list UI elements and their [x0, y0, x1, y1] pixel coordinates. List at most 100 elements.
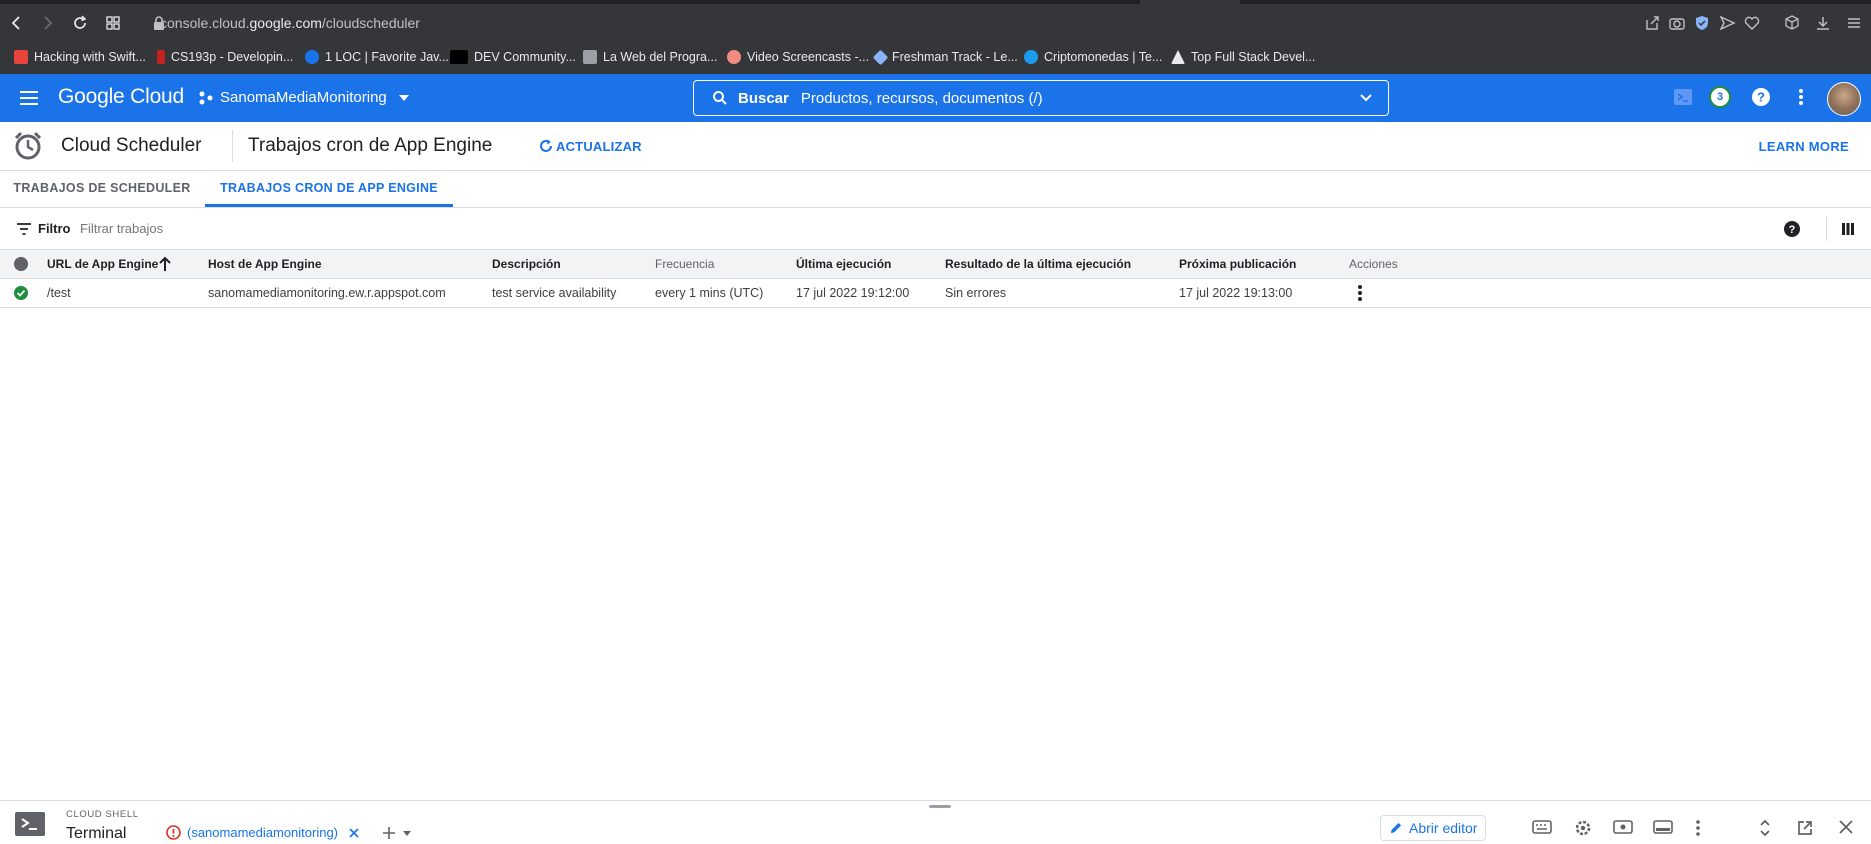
- add-tab-icon[interactable]: [382, 826, 396, 840]
- forward-icon[interactable]: [38, 14, 56, 32]
- tab-bar: TRABAJOS DE SCHEDULER TRABAJOS CRON DE A…: [0, 171, 1871, 208]
- column-header-actions: Acciones: [1349, 257, 1398, 271]
- filter-icon[interactable]: [16, 222, 32, 236]
- search-bar[interactable]: Buscar Productos, recursos, documentos (…: [693, 80, 1389, 116]
- caret-down-icon[interactable]: [402, 828, 412, 838]
- send-icon[interactable]: [1718, 14, 1736, 32]
- column-header-last-result[interactable]: Resultado de la última ejecución: [945, 257, 1131, 271]
- help-icon[interactable]: ?: [1783, 220, 1801, 238]
- web-preview-icon[interactable]: [1613, 819, 1633, 835]
- terminal-session-label: (sanomamediamonitoring): [187, 825, 339, 840]
- more-vert-icon[interactable]: [1694, 819, 1702, 837]
- search-icon: [713, 91, 727, 105]
- close-icon[interactable]: [1838, 819, 1854, 835]
- column-header-frequency[interactable]: Frecuencia: [655, 257, 714, 271]
- filter-label[interactable]: Filtro: [38, 221, 71, 236]
- terminal-session-tab[interactable]: (sanomamediamonitoring): [166, 825, 412, 840]
- header-divider: [232, 130, 233, 162]
- caret-down-icon: [398, 94, 409, 101]
- bookmark-item[interactable]: 1 LOC | Favorite Jav...: [305, 50, 449, 64]
- refresh-button[interactable]: ACTUALIZAR: [538, 138, 642, 154]
- bookmark-favicon-icon: [305, 50, 319, 64]
- learn-more-link[interactable]: LEARN MORE: [1759, 139, 1849, 154]
- filter-input[interactable]: [80, 221, 480, 236]
- product-title: Cloud Scheduler: [61, 135, 202, 156]
- table-header: URL de App Engine Host de App Engine Des…: [0, 250, 1871, 279]
- resize-handle[interactable]: [929, 805, 951, 808]
- shield-icon[interactable]: [1693, 14, 1711, 32]
- status-column-icon: [14, 257, 28, 271]
- cube-icon[interactable]: [1783, 14, 1801, 32]
- chevron-down-icon[interactable]: [1358, 90, 1374, 106]
- project-selector[interactable]: SanomaMediaMonitoring: [198, 89, 411, 106]
- close-tab-icon[interactable]: [348, 827, 360, 839]
- table-row[interactable]: /test sanomamediamonitoring.ew.r.appspot…: [0, 279, 1871, 308]
- google-cloud-logo[interactable]: Google Cloud: [58, 85, 184, 109]
- page-title: Trabajos cron de App Engine: [248, 135, 493, 156]
- refresh-icon: [540, 139, 552, 152]
- column-header-url[interactable]: URL de App Engine: [47, 257, 158, 271]
- more-vert-icon[interactable]: [1790, 86, 1812, 108]
- sort-arrow-up-icon[interactable]: [158, 256, 172, 272]
- bookmark-item[interactable]: Hacking with Swift...: [14, 50, 146, 64]
- success-check-icon: [14, 286, 28, 300]
- cloud-shell-caption: CLOUD SHELL: [66, 809, 139, 820]
- menu-lines-icon[interactable]: [1845, 14, 1863, 32]
- svg-text:?: ?: [1757, 90, 1765, 105]
- bookmark-favicon-icon: [872, 49, 889, 65]
- open-new-window-icon[interactable]: [1796, 819, 1814, 837]
- pencil-icon: [1391, 823, 1401, 833]
- cloud-scheduler-clock-icon: [14, 131, 42, 160]
- column-display-icon[interactable]: [1840, 221, 1856, 237]
- cloud-shell-panel: CLOUD SHELL Terminal (sanomamediamonitor…: [0, 800, 1871, 844]
- cloud-shell-icon[interactable]: [1672, 86, 1694, 108]
- expand-collapse-icon[interactable]: [1758, 819, 1772, 837]
- search-label: Buscar: [738, 89, 789, 107]
- project-name: SanomaMediaMonitoring: [220, 89, 387, 106]
- bookmark-item[interactable]: DEV Community...: [450, 50, 576, 64]
- reload-icon[interactable]: [71, 14, 89, 32]
- heart-icon[interactable]: [1743, 14, 1761, 32]
- hamburger-menu-icon[interactable]: [18, 87, 40, 109]
- camera-icon[interactable]: [1668, 14, 1686, 32]
- error-alert-icon: [166, 825, 181, 840]
- keyboard-icon[interactable]: [1532, 819, 1552, 835]
- bookmark-item[interactable]: Criptomonedas | Te...: [1024, 50, 1162, 64]
- notifications-badge[interactable]: 3: [1709, 86, 1731, 108]
- twitter-icon: [1024, 50, 1038, 64]
- tab-app-engine-cron-jobs[interactable]: TRABAJOS CRON DE APP ENGINE: [205, 171, 453, 207]
- settings-gear-icon[interactable]: [1574, 819, 1592, 837]
- cell-last-run: 17 jul 2022 19:12:00: [796, 286, 910, 300]
- svg-text:?: ?: [1789, 224, 1796, 236]
- row-actions-more-vert-icon[interactable]: [1353, 284, 1367, 302]
- bookmark-favicon-icon: [14, 50, 28, 64]
- browser-navbar: console.cloud.google.com/cloudscheduler: [0, 4, 1871, 42]
- address-bar[interactable]: console.cloud.google.com/cloudscheduler: [160, 15, 420, 31]
- share-icon[interactable]: [1643, 14, 1661, 32]
- avatar[interactable]: [1827, 82, 1861, 116]
- bookmark-item[interactable]: Top Full Stack Devel...: [1171, 50, 1315, 64]
- column-header-description[interactable]: Descripción: [492, 257, 561, 271]
- project-nodes-icon: [199, 91, 213, 104]
- cloud-shell-terminal-icon: [15, 812, 45, 836]
- help-icon[interactable]: ?: [1750, 86, 1772, 108]
- tab-scheduler-jobs[interactable]: TRABAJOS DE SCHEDULER: [0, 171, 204, 206]
- cell-frequency: every 1 mins (UTC): [655, 286, 764, 300]
- cell-url[interactable]: /test: [47, 286, 71, 300]
- bookmark-favicon-icon: [157, 50, 165, 64]
- bookmark-item[interactable]: Freshman Track - Le...: [872, 49, 1018, 65]
- bookmark-favicon-icon: [583, 50, 597, 64]
- panel-layout-icon[interactable]: [1653, 819, 1673, 835]
- column-header-host[interactable]: Host de App Engine: [208, 257, 322, 271]
- tabs-grid-icon[interactable]: [104, 14, 122, 32]
- bookmark-favicon-icon: [727, 50, 741, 64]
- bookmark-item[interactable]: CS193p - Developin...: [157, 50, 293, 64]
- bookmark-item[interactable]: La Web del Progra...: [583, 50, 717, 64]
- back-icon[interactable]: [8, 14, 26, 32]
- search-placeholder: Productos, recursos, documentos (/): [800, 89, 1043, 107]
- column-header-last-run[interactable]: Última ejecución: [796, 257, 891, 271]
- download-icon[interactable]: [1814, 14, 1832, 32]
- bookmark-item[interactable]: Video Screencasts -...: [727, 50, 869, 64]
- open-editor-button[interactable]: Abrir editor: [1380, 815, 1487, 841]
- column-header-next-publish[interactable]: Próxima publicación: [1179, 257, 1296, 271]
